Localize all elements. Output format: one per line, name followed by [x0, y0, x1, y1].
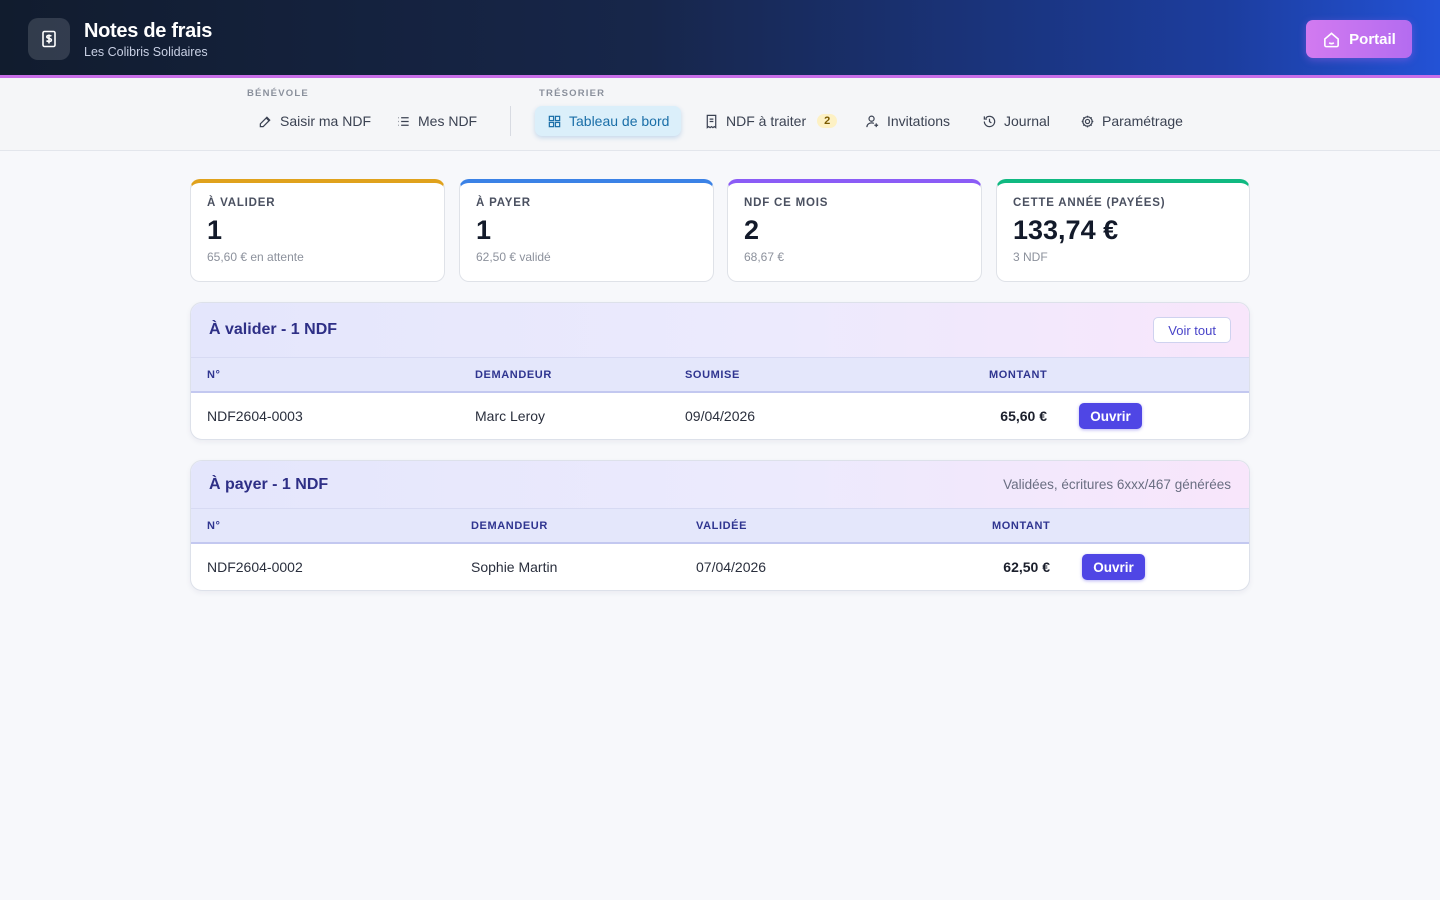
panel-title: À payer - 1 NDF	[209, 475, 329, 493]
table-row: NDF2604-0003 Marc Leroy 09/04/2026 65,60…	[191, 393, 1249, 439]
table-row: NDF2604-0002 Sophie Martin 07/04/2026 62…	[191, 544, 1249, 590]
nav-item-label: Journal	[1004, 113, 1050, 129]
main-navigation: BÉNÉVOLE TRÉSORIER Saisir ma NDF Mes NDF…	[0, 78, 1440, 151]
stat-card-a-payer: À PAYER 1 62,50 € validé	[459, 179, 714, 282]
requester-name: Marc Leroy	[475, 408, 546, 424]
nav-item-label: Paramétrage	[1102, 113, 1183, 129]
panel-note: Validées, écritures 6xxx/467 générées	[1003, 477, 1231, 492]
stat-value: 133,74 €	[1013, 215, 1119, 245]
column-header: SOUMISE	[685, 369, 740, 381]
nav-item-parametrage[interactable]: Paramétrage	[1068, 106, 1195, 136]
nav-item-journal[interactable]: Journal	[970, 106, 1062, 136]
portal-button[interactable]: Portail	[1306, 20, 1412, 58]
nav-item-tableau-de-bord[interactable]: Tableau de bord	[535, 106, 682, 136]
home-icon	[1324, 31, 1340, 47]
nav-item-mes-ndf[interactable]: Mes NDF	[384, 106, 489, 136]
open-button[interactable]: Ouvrir	[1082, 554, 1145, 580]
nav-group-tresorier: TRÉSORIER	[539, 88, 606, 99]
validated-date: 07/04/2026	[696, 559, 767, 575]
nav-item-label: Invitations	[887, 113, 951, 129]
stat-card-a-valider: À VALIDER 1 65,60 € en attente	[190, 179, 445, 282]
column-header: MONTANT	[989, 369, 1048, 381]
requester-name: Sophie Martin	[471, 559, 558, 575]
column-header: VALIDÉE	[696, 520, 748, 532]
column-header: DEMANDEUR	[475, 369, 552, 381]
column-header: N°	[207, 520, 221, 532]
ndf-number: NDF2604-0003	[207, 408, 303, 424]
column-header: DEMANDEUR	[471, 520, 548, 532]
organization-name: Les Colibris Solidaires	[84, 45, 208, 59]
amount: 65,60 €	[1000, 408, 1047, 424]
nav-item-label: NDF à traiter	[726, 113, 807, 129]
pending-count-badge: 2	[817, 114, 838, 128]
column-header: MONTANT	[992, 520, 1051, 532]
stat-subtext: 68,67 €	[744, 250, 785, 264]
to-validate-panel: À valider - 1 NDF Voir tout N° DEMANDEUR…	[190, 302, 1250, 440]
nav-item-label: Mes NDF	[418, 113, 478, 129]
stat-label: À VALIDER	[207, 197, 276, 209]
panel-title: À valider - 1 NDF	[209, 321, 338, 338]
dashboard-icon	[548, 115, 561, 127]
app-title: Notes de frais	[84, 20, 213, 42]
panel-header: À valider - 1 NDF Voir tout	[191, 303, 1249, 358]
portal-button-label: Portail	[1349, 30, 1396, 48]
column-header: N°	[207, 369, 221, 381]
stat-label: NDF CE MOIS	[744, 197, 829, 209]
user-plus-icon	[866, 115, 879, 127]
receipt-icon	[706, 114, 717, 129]
stat-value: 2	[744, 215, 760, 245]
nav-group-benevole: BÉNÉVOLE	[247, 88, 309, 99]
table-header: N° DEMANDEUR SOUMISE MONTANT	[191, 358, 1249, 393]
stat-subtext: 3 NDF	[1013, 250, 1048, 264]
ndf-number: NDF2604-0002	[207, 559, 303, 575]
receipt-logo-icon	[28, 18, 70, 60]
submitted-date: 09/04/2026	[685, 408, 756, 424]
nav-item-saisir-ndf[interactable]: Saisir ma NDF	[246, 106, 383, 136]
open-button[interactable]: Ouvrir	[1079, 403, 1142, 429]
nav-item-label: Tableau de bord	[569, 113, 670, 129]
history-icon	[983, 115, 996, 127]
stat-label: À PAYER	[476, 197, 531, 209]
list-icon	[398, 116, 409, 126]
nav-item-ndf-a-traiter[interactable]: NDF à traiter 2	[692, 106, 849, 136]
nav-item-label: Saisir ma NDF	[280, 113, 372, 129]
table-header: N° DEMANDEUR VALIDÉE MONTANT	[191, 509, 1249, 544]
stat-subtext: 62,50 € validé	[476, 250, 551, 264]
voir-tout-button[interactable]: Voir tout	[1153, 317, 1231, 343]
to-pay-panel: À payer - 1 NDF Validées, écritures 6xxx…	[190, 460, 1250, 591]
edit-icon	[259, 115, 271, 127]
amount: 62,50 €	[1003, 559, 1050, 575]
stat-card-cette-annee: CETTE ANNÉE (PAYÉES) 133,74 € 3 NDF	[996, 179, 1250, 282]
nav-item-invitations[interactable]: Invitations	[853, 106, 962, 136]
stat-value: 1	[207, 215, 223, 245]
panel-header: À payer - 1 NDF Validées, écritures 6xxx…	[191, 461, 1249, 509]
nav-divider	[510, 106, 511, 136]
stat-value: 1	[476, 215, 492, 245]
gear-icon	[1081, 115, 1094, 127]
stat-subtext: 65,60 € en attente	[207, 250, 304, 264]
app-header: Notes de frais Les Colibris Solidaires P…	[0, 0, 1440, 78]
stat-label: CETTE ANNÉE (PAYÉES)	[1013, 197, 1166, 209]
stat-card-ndf-ce-mois: NDF CE MOIS 2 68,67 €	[727, 179, 982, 282]
